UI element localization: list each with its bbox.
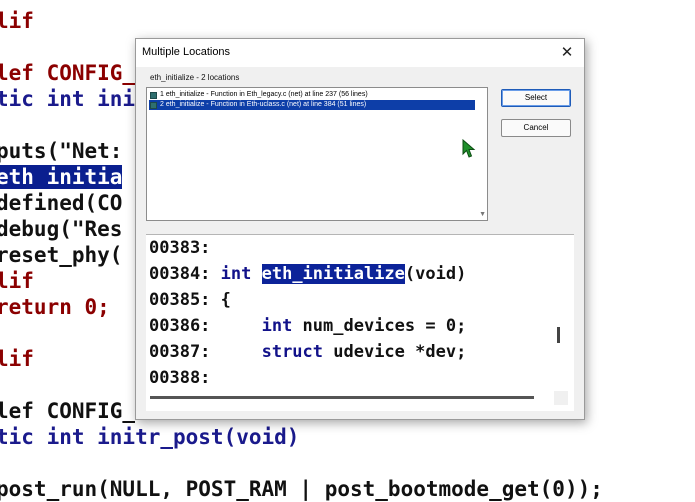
code-token: eth initia [0,165,123,189]
code-line[interactable]: eth initia [0,164,123,190]
code-line[interactable]: lif [0,268,34,294]
multiple-locations-dialog: Multiple Locations ✕ eth_initialize - 2 … [135,38,585,420]
code-token: int [210,264,262,284]
preview-line[interactable]: 00384: int eth_initialize(void) [149,261,466,287]
preview-line[interactable]: 00386: int num_devices = 0; [149,313,466,339]
line-number: 00387: [149,342,211,362]
code-token: (void) [404,264,467,284]
code-token: lef CONFIG_ [0,61,136,85]
scrollbar-corner [554,391,568,405]
code-line[interactable]: lif [0,346,34,372]
code-line[interactable]: reset_phy( [0,242,122,268]
location-item-label: 2 eth_initialize - Function in Eth-uclas… [160,101,367,108]
code-line[interactable]: defined(CO [0,190,122,216]
preview-line[interactable]: 00383: [149,235,210,261]
code-token: puts("Net: [0,139,123,163]
code-line[interactable]: return 0; [0,294,110,320]
line-number: 00388: [149,368,211,388]
line-number: 00386: [149,316,211,336]
code-token: struct [210,342,334,362]
code-line[interactable]: tic int ini [0,86,135,112]
close-icon[interactable]: ✕ [556,42,578,64]
line-number: 00383: [149,238,211,258]
function-icon [150,91,157,99]
code-line[interactable]: lif [0,8,34,34]
dialog-title: Multiple Locations [142,46,231,58]
code-token: tic int initr_post(void) [0,425,300,449]
code-line[interactable]: puts("Net: [0,138,122,164]
code-token: tic int ini [0,87,136,111]
code-token: udevice *dev; [333,342,467,362]
code-preview[interactable]: 00383: 00384: int eth_initialize(void) 003… [146,234,574,411]
vertical-scrollbar-thumb[interactable] [557,327,560,343]
code-line[interactable]: tic int initr_post(void) [0,424,299,450]
code-token: lif [0,269,34,293]
code-token: defined(CO [0,191,123,215]
mouse-cursor-icon [462,139,476,158]
code-line[interactable]: lef CONFIG_ [0,60,135,86]
locations-list[interactable]: 1 eth_initialize - Function in Eth_legac… [146,87,488,221]
location-item-1[interactable]: 1 eth_initialize - Function in Eth_legac… [149,90,475,100]
location-item-2[interactable]: 2 eth_initialize - Function in Eth-uclas… [149,100,475,110]
horizontal-scrollbar[interactable] [150,396,534,399]
select-button[interactable]: Select [501,89,571,107]
code-line[interactable]: debug("Res [0,216,122,242]
function-icon [150,101,157,109]
scroll-down-arrow-icon[interactable]: ▼ [479,211,486,218]
code-token: post_run(NULL, POST_RAM | post_bootmode_… [0,477,603,501]
code-line[interactable]: post_run(NULL, POST_RAM | post_bootmode_… [0,476,603,502]
locations-count-label: eth_initialize - 2 locations [150,73,240,82]
cancel-button[interactable]: Cancel [501,119,571,137]
dialog-titlebar[interactable]: Multiple Locations ✕ [136,39,584,67]
code-token: reset_phy( [0,243,123,267]
preview-line[interactable]: 00387: struct udevice *dev; [149,339,466,365]
code-token: lef CONFIG_ [0,399,136,423]
code-token: debug("Res [0,217,123,241]
code-token: eth_initialize [261,264,405,284]
location-item-label: 1 eth_initialize - Function in Eth_legac… [160,91,368,98]
code-line[interactable]: lef CONFIG_ [0,398,135,424]
code-token: int [210,316,303,336]
code-token: num_devices = 0; [302,316,467,336]
code-token: return 0; [0,295,110,319]
code-token: lif [0,9,34,33]
preview-line[interactable]: 00385: { [149,287,231,313]
line-number: 00384: [149,264,211,284]
line-number: 00385: [149,290,211,310]
preview-line[interactable]: 00388: [149,365,210,391]
code-token: { [210,290,231,310]
code-token: lif [0,347,34,371]
